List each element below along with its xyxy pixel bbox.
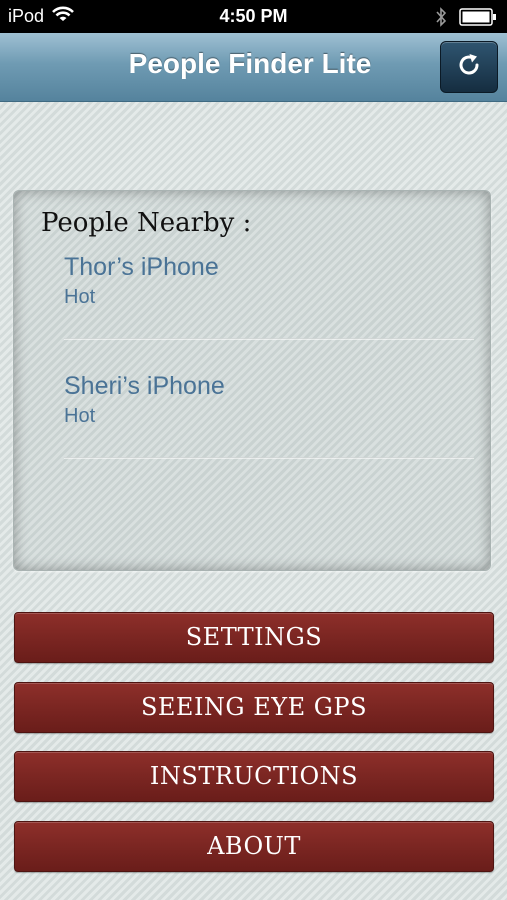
settings-button[interactable]: SETTINGS — [14, 612, 494, 663]
status-time: 4:50 PM — [219, 6, 288, 26]
page-title: People Finder Lite — [128, 48, 372, 79]
refresh-button[interactable] — [440, 41, 498, 93]
device-list-item[interactable]: Thor’s iPhone Hot — [64, 253, 464, 309]
device-name: Thor’s iPhone — [64, 253, 219, 281]
navigation-bar: People Finder Lite — [0, 33, 507, 102]
refresh-icon — [455, 51, 483, 84]
list-divider — [64, 457, 474, 459]
device-status: Hot — [64, 286, 96, 308]
device-list-item[interactable]: Sheri’s iPhone Hot — [64, 372, 464, 428]
seeing-eye-gps-button[interactable]: SEEING EYE GPS — [14, 682, 494, 733]
instructions-button[interactable]: INSTRUCTIONS — [14, 751, 494, 802]
device-status: Hot — [64, 405, 96, 427]
about-button[interactable]: ABOUT — [14, 821, 494, 872]
device-name: Sheri’s iPhone — [64, 372, 225, 400]
bluetooth-icon — [435, 7, 447, 32]
status-right — [435, 7, 497, 32]
battery-icon — [459, 8, 497, 31]
panel-title: People Nearby : — [41, 208, 252, 238]
list-divider — [64, 338, 474, 340]
people-nearby-panel: People Nearby : Thor’s iPhone Hot Sheri’… — [13, 190, 491, 571]
status-bar: iPod 4:50 PM — [0, 0, 507, 33]
